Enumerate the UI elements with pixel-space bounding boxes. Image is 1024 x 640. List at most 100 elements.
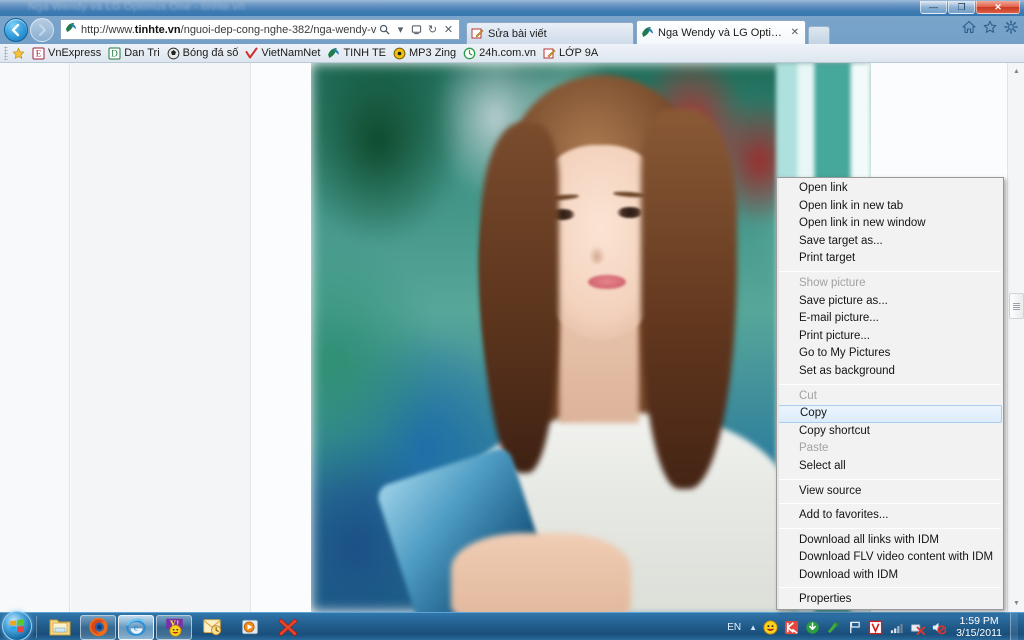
arrow-left-icon xyxy=(9,23,23,37)
menu-item-open-link-new-tab[interactable]: Open link in new tab xyxy=(777,198,1003,216)
menu-item-download-with-idm[interactable]: Download with IDM xyxy=(777,567,1003,585)
menu-item-view-source[interactable]: View source xyxy=(777,483,1003,501)
favorite-label: Bóng đá số xyxy=(183,47,239,59)
menu-item-download-all-links-with-idm[interactable]: Download all links with IDM xyxy=(777,532,1003,550)
add-to-favorites-button[interactable] xyxy=(10,45,30,62)
menu-item-add-to-favorites[interactable]: Add to favorites... xyxy=(777,507,1003,525)
close-icon[interactable]: ✕ xyxy=(791,27,799,38)
firefox-icon xyxy=(87,616,110,638)
show-desktop-button[interactable] xyxy=(1010,613,1018,640)
photo-hand xyxy=(451,533,631,612)
network-signal-icon[interactable] xyxy=(889,620,904,635)
taskbar-button-media-player[interactable] xyxy=(232,615,268,640)
yahoo-messenger-tray-icon[interactable] xyxy=(763,620,778,635)
favorite-label: VietNamNet xyxy=(261,47,320,59)
maximize-button[interactable]: ❐ xyxy=(948,1,975,14)
clock-time: 1:59 PM xyxy=(956,615,1002,627)
menu-separator xyxy=(779,271,1001,272)
edit-icon xyxy=(471,27,484,40)
taskbar-button-outlook[interactable] xyxy=(194,615,230,640)
idm-tray-icon[interactable] xyxy=(805,620,820,635)
stop-icon[interactable]: ✕ xyxy=(441,21,456,39)
menu-item-set-as-background[interactable]: Set as background xyxy=(777,363,1003,381)
compatibility-view-icon[interactable] xyxy=(409,21,424,39)
menu-item-download-flv-video-content-with-idm[interactable]: Download FLV video content with IDM xyxy=(777,549,1003,567)
taskbar-button-internet-explorer[interactable]: e xyxy=(118,615,154,640)
browser-tool-buttons xyxy=(962,20,1018,37)
menu-separator xyxy=(779,528,1001,529)
taskbar-button-yahoo-messenger[interactable]: Y! xyxy=(156,615,192,640)
search-icon[interactable] xyxy=(377,21,392,39)
favorite-vietnamnet[interactable]: VietNamNet xyxy=(243,45,325,62)
chevron-down-icon[interactable]: ▾ xyxy=(393,21,408,39)
start-button[interactable] xyxy=(2,611,32,640)
page-sidebar-column xyxy=(71,63,251,612)
menu-item-properties[interactable]: Properties xyxy=(777,591,1003,609)
page-scrollbar[interactable]: ▲ ▼ xyxy=(1007,63,1024,612)
menu-item-open-link-new-window[interactable]: Open link in new window xyxy=(777,215,1003,233)
menu-item-select-all[interactable]: Select all xyxy=(777,458,1003,476)
taskbar-button-explorer[interactable] xyxy=(42,615,78,640)
flag-action-center-icon[interactable] xyxy=(847,620,862,635)
photo-nose xyxy=(589,246,605,264)
volume-muted-icon[interactable] xyxy=(931,620,946,635)
menu-item-print-picture[interactable]: Print picture... xyxy=(777,328,1003,346)
refresh-icon[interactable]: ↻ xyxy=(425,21,440,39)
new-tab-button[interactable] xyxy=(808,26,830,44)
forward-button[interactable] xyxy=(30,18,54,42)
star-icon[interactable] xyxy=(983,20,997,37)
gear-icon[interactable] xyxy=(1004,20,1018,37)
scroll-down-arrow[interactable]: ▼ xyxy=(1008,595,1024,612)
taskbar-button-close-all[interactable] xyxy=(270,615,306,640)
menu-item-go-to-my-pictures[interactable]: Go to My Pictures xyxy=(777,345,1003,363)
title-bar[interactable]: Nga Wendy và LG Optimus One - tinhte.vn … xyxy=(0,0,1024,16)
taskbar-buttons: e Y! xyxy=(42,614,306,640)
kaspersky-tray-icon[interactable] xyxy=(784,620,799,635)
close-button[interactable]: ✕ xyxy=(976,1,1020,14)
photo-eye-right xyxy=(617,207,643,218)
menu-item-paste: Paste xyxy=(777,440,1003,458)
scrollbar-thumb[interactable] xyxy=(1009,293,1024,319)
minimize-button[interactable]: — xyxy=(920,1,947,14)
address-bar[interactable]: http://www.tinhte.vn/nguoi-dep-cong-nghe… xyxy=(60,19,460,40)
menu-item-save-target-as[interactable]: Save target as... xyxy=(777,233,1003,251)
favorite-vnexpress[interactable]: E VnExpress xyxy=(30,45,106,62)
back-button[interactable] xyxy=(4,18,28,42)
tab-nga-wendy[interactable]: Nga Wendy và LG Optimus ... ✕ xyxy=(636,20,806,44)
site-favicon xyxy=(61,21,79,39)
unikey-tray-icon[interactable] xyxy=(826,620,841,635)
vtv-tray-icon[interactable] xyxy=(868,620,883,635)
favorite-mp3-zing[interactable]: MP3 Zing xyxy=(391,45,461,62)
menu-item-open-link[interactable]: Open link xyxy=(777,180,1003,198)
favorite-lop-9a[interactable]: LỚP 9A xyxy=(541,45,603,62)
24h-icon xyxy=(463,47,476,60)
clock-date: 3/15/2011 xyxy=(956,627,1002,639)
favorites-bar-grip[interactable] xyxy=(4,46,8,60)
tab-sua-bai-viet[interactable]: Sửa bài viết xyxy=(466,22,634,44)
show-hidden-icons-button[interactable]: ▲ xyxy=(749,623,757,632)
favorites-bar: E VnExpress D Dan Tri Bóng đá số xyxy=(0,44,1024,63)
favorite-24h[interactable]: 24h.com.vn xyxy=(461,45,541,62)
photo-lips xyxy=(588,275,626,289)
menu-item-email-picture[interactable]: E-mail picture... xyxy=(777,310,1003,328)
favorite-bong-da-so[interactable]: Bóng đá số xyxy=(165,45,244,62)
network-error-icon[interactable] xyxy=(910,620,925,635)
context-menu-gutter xyxy=(777,178,779,609)
favorite-label: LỚP 9A xyxy=(559,47,598,59)
favorite-tinh-te[interactable]: TINH TE xyxy=(325,45,391,62)
media-player-icon xyxy=(239,617,261,637)
address-text: http://www.tinhte.vn/nguoi-dep-cong-nghe… xyxy=(79,21,377,39)
window-title: Nga Wendy và LG Optimus One - tinhte.vn xyxy=(28,1,245,13)
home-icon[interactable] xyxy=(962,20,976,37)
clock[interactable]: 1:59 PM 3/15/2011 xyxy=(952,615,1004,639)
context-menu[interactable]: Open link Open link in new tab Open link… xyxy=(776,177,1004,610)
tab-label: Nga Wendy và LG Optimus ... xyxy=(658,27,785,39)
taskbar-button-firefox[interactable] xyxy=(80,615,116,640)
favorite-dan-tri[interactable]: D Dan Tri xyxy=(106,45,164,62)
menu-item-save-picture-as[interactable]: Save picture as... xyxy=(777,293,1003,311)
language-indicator[interactable]: EN xyxy=(725,622,743,633)
menu-item-print-target[interactable]: Print target xyxy=(777,250,1003,268)
menu-item-copy[interactable]: Copy xyxy=(778,405,1002,423)
menu-item-copy-shortcut[interactable]: Copy shortcut xyxy=(777,423,1003,441)
scroll-up-arrow[interactable]: ▲ xyxy=(1008,63,1024,80)
